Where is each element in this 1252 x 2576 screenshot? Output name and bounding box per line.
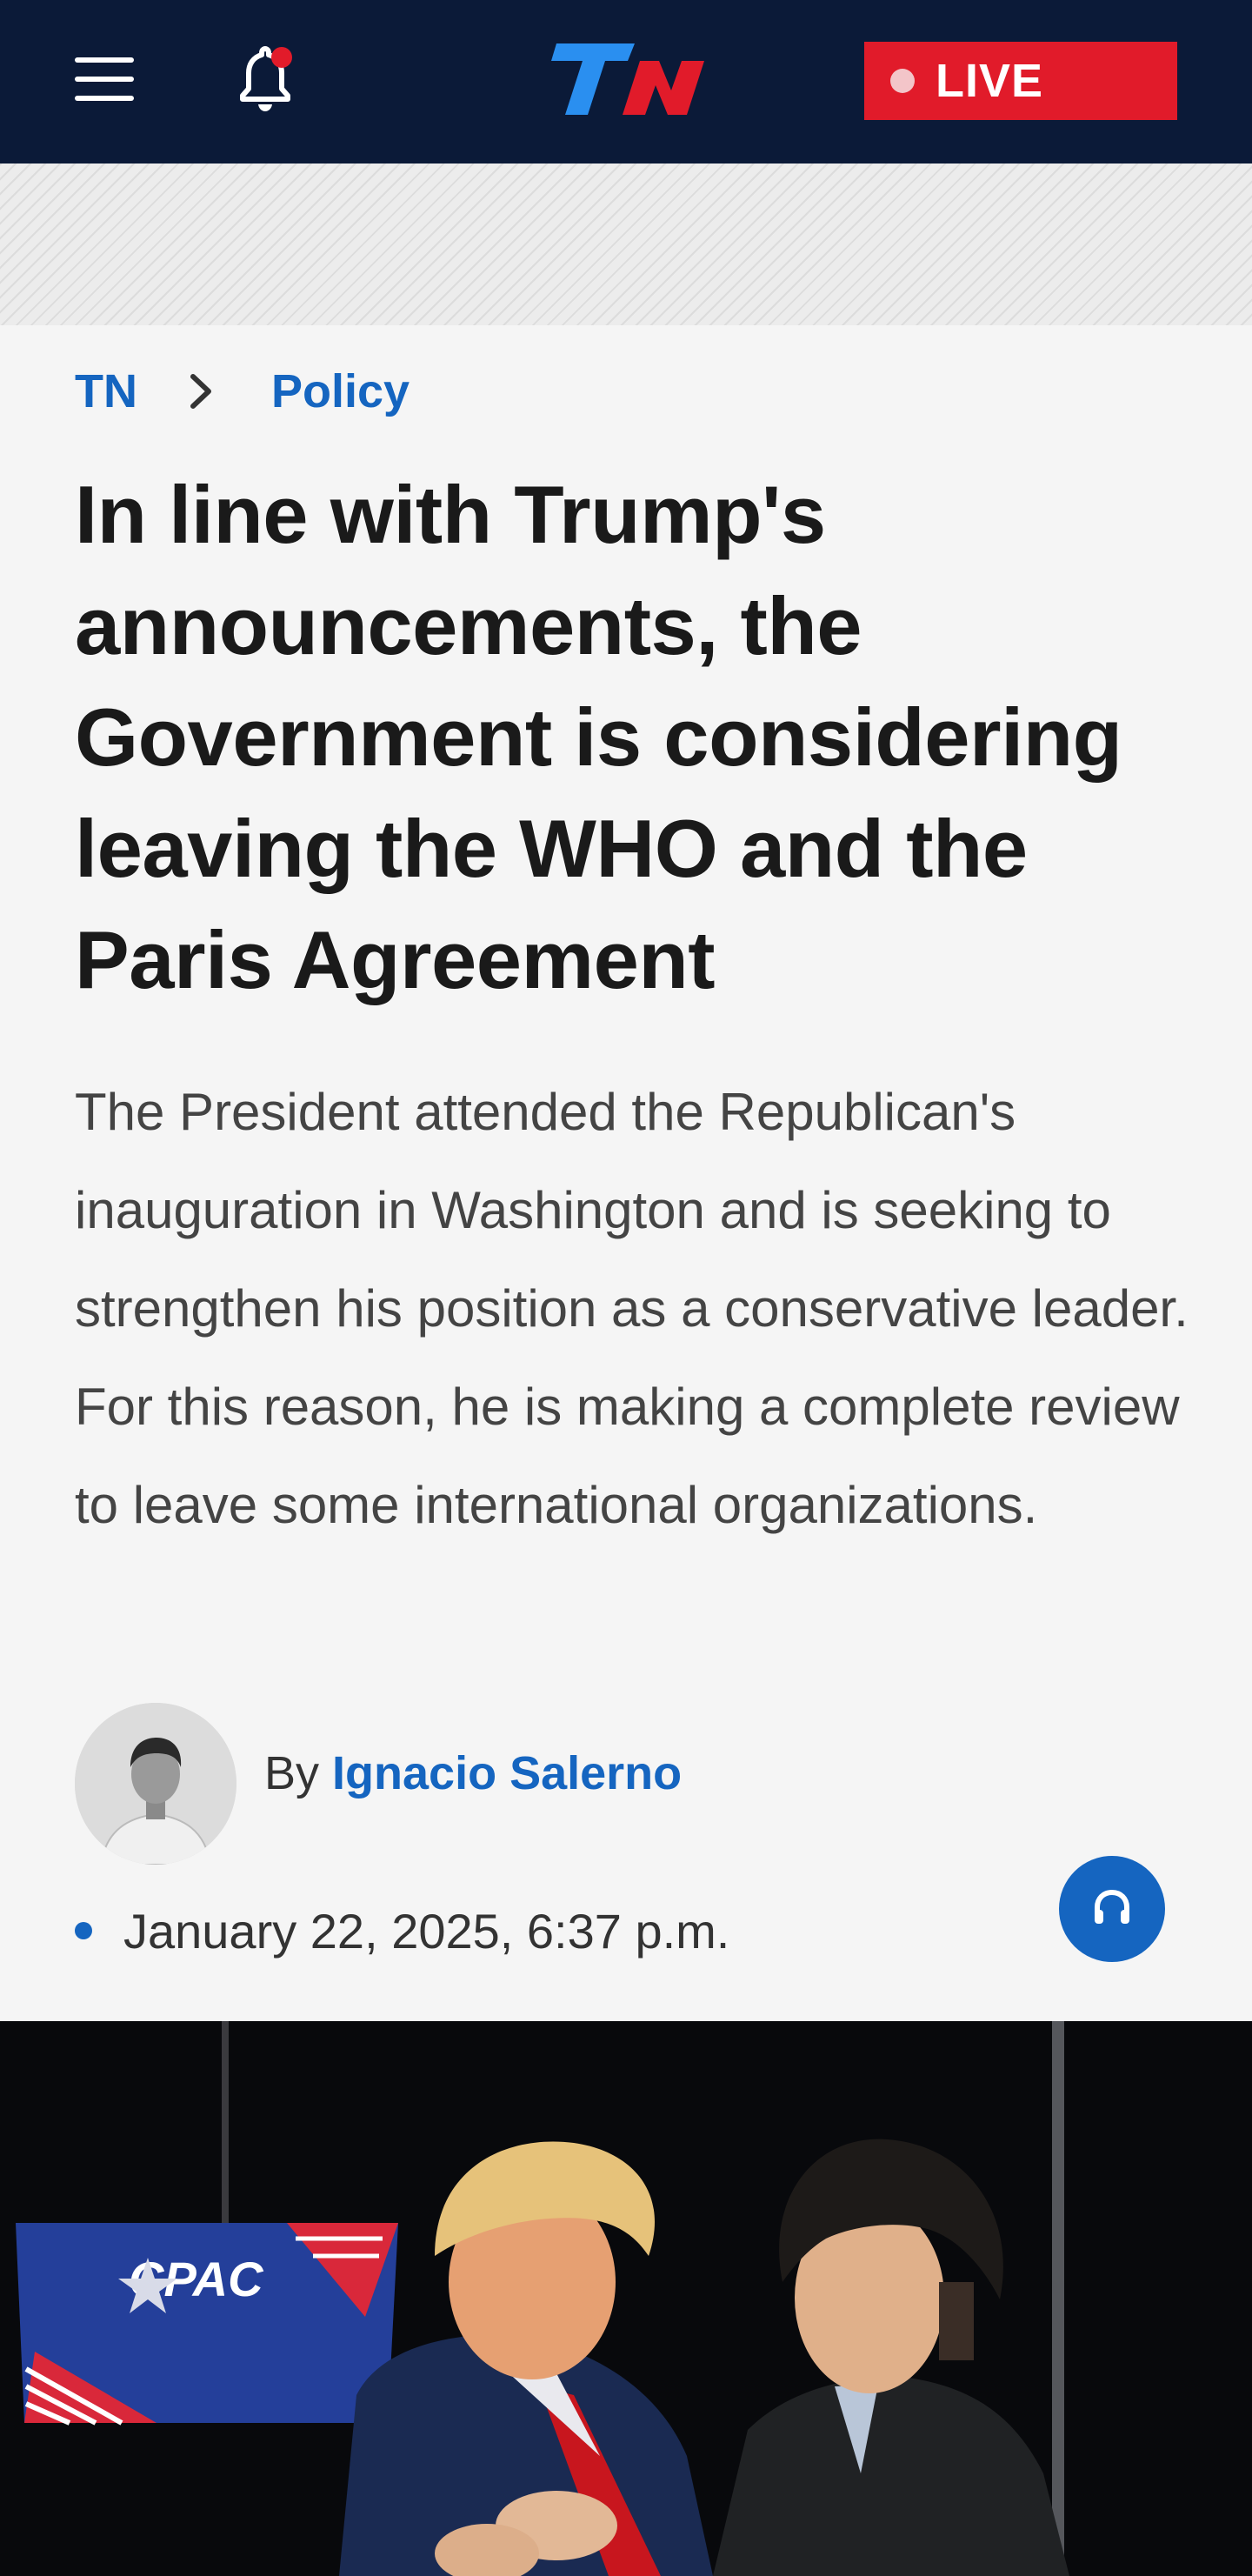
author-byline: By Ignacio Salerno (264, 1746, 682, 1800)
author-avatar[interactable] (75, 1703, 236, 1865)
article-hero-image[interactable]: CPAC (0, 2021, 1252, 2576)
tn-logo[interactable]: TN (539, 35, 713, 125)
chevron-right-icon (184, 370, 219, 413)
breadcrumb-item-tn[interactable]: TN (75, 364, 137, 418)
breadcrumb: TN Policy (75, 357, 410, 426)
listen-audio-button[interactable] (1059, 1856, 1165, 1962)
top-navigation-bar: TN LIVE (0, 0, 1252, 164)
headphones-icon (1089, 1884, 1135, 1935)
byline-prefix: By (264, 1747, 320, 1799)
author-name-link[interactable]: Ignacio Salerno (332, 1747, 682, 1799)
live-label: LIVE (936, 55, 1044, 107)
cpac-sign: CPAC (16, 2223, 398, 2426)
publish-date: January 22, 2025, 6:37 p.m. (123, 1903, 730, 1959)
breadcrumb-item-policy[interactable]: Policy (271, 364, 410, 418)
hamburger-menu-icon[interactable] (75, 57, 134, 101)
bell-icon[interactable] (235, 43, 296, 113)
ad-placeholder (0, 164, 1252, 325)
article-summary: The President attended the Republican's … (75, 1083, 1189, 1534)
tn-logo-mark: TN (539, 35, 704, 115)
live-indicator-dot (890, 69, 915, 93)
article-headline: In line with Trump's announcements, the … (75, 469, 1122, 1005)
live-button[interactable]: LIVE (864, 42, 1177, 120)
logo-text: TN (539, 35, 541, 36)
publish-date-row: January 22, 2025, 6:37 p.m. (75, 1901, 729, 1960)
date-bullet (75, 1922, 92, 1939)
